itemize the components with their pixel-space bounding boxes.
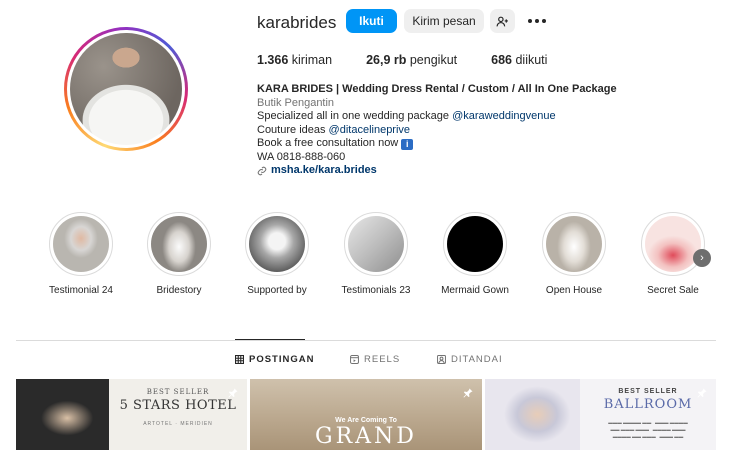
highlight-label: Supported by bbox=[247, 285, 307, 296]
following-count[interactable]: 686 diikuti bbox=[491, 53, 547, 67]
highlight-cover bbox=[53, 216, 109, 272]
profile-bio: KARA BRIDES | Wedding Dress Rental / Cus… bbox=[257, 83, 657, 178]
followers-count[interactable]: 26,9 rb pengikut bbox=[366, 53, 457, 67]
bio-line-2: Couture ideas @ditacelineprive bbox=[257, 123, 411, 136]
highlight-open-house[interactable]: Open House bbox=[534, 212, 614, 296]
pinned-icon bbox=[227, 387, 239, 399]
more-options-button[interactable] bbox=[526, 9, 548, 33]
avatar-image bbox=[70, 33, 182, 145]
post-photo bbox=[16, 379, 109, 450]
active-tab-indicator bbox=[235, 339, 305, 340]
highlight-label: Testimonial 24 bbox=[49, 285, 113, 296]
bio-line-4: WA 0818-888-060 bbox=[257, 150, 346, 163]
post-photo bbox=[485, 379, 580, 450]
info-emoji-icon: i bbox=[401, 139, 414, 150]
highlight-label: Mermaid Gown bbox=[441, 285, 509, 296]
highlight-bridestory[interactable]: Bridestory bbox=[139, 212, 219, 296]
follow-button[interactable]: Ikuti bbox=[346, 9, 397, 33]
send-message-button[interactable]: Kirim pesan bbox=[404, 9, 484, 33]
highlight-cover bbox=[151, 216, 207, 272]
tab-posts[interactable]: POSTINGAN bbox=[235, 354, 314, 365]
bio-category: Butik Pengantin bbox=[257, 96, 335, 109]
mention-prive-link[interactable]: @ditacelineprive bbox=[329, 124, 411, 136]
highlight-supported-by[interactable]: Supported by bbox=[237, 212, 317, 296]
bio-link[interactable]: msha.ke/kara.brides bbox=[257, 164, 657, 178]
pinned-icon bbox=[696, 387, 708, 399]
profile-avatar[interactable] bbox=[64, 27, 188, 151]
highlight-label: Bridestory bbox=[156, 285, 202, 296]
highlight-cover bbox=[249, 216, 305, 272]
chevron-right-icon: › bbox=[700, 252, 704, 264]
post-tile[interactable]: BEST SELLER 5 STARS HOTEL ARTOTEL · MERI… bbox=[16, 379, 247, 450]
highlight-testimonials-23[interactable]: Testimonials 23 bbox=[336, 212, 416, 296]
tagged-icon bbox=[437, 355, 446, 364]
tab-reels[interactable]: REELS bbox=[350, 354, 400, 365]
mention-venue-link[interactable]: @karaweddingvenue bbox=[452, 110, 556, 122]
more-icon bbox=[528, 19, 546, 23]
bio-line-1: Specialized all in one wedding package @… bbox=[257, 110, 556, 122]
highlight-testimonial-24[interactable]: Testimonial 24 bbox=[41, 212, 121, 296]
highlight-mermaid-gown[interactable]: Mermaid Gown bbox=[435, 212, 515, 296]
suggest-accounts-button[interactable] bbox=[490, 9, 515, 33]
highlights-next-button[interactable]: › bbox=[693, 249, 711, 267]
highlight-label: Secret Sale bbox=[647, 285, 699, 296]
reels-icon bbox=[350, 355, 359, 364]
highlight-label: Testimonials 23 bbox=[341, 285, 411, 296]
add-person-icon bbox=[496, 16, 508, 26]
post-tile[interactable]: BEST SELLER BALLROOM ▬▬▬ ▬▬▬▬ ▬▬ ▬▬▬ ▬▬▬… bbox=[485, 379, 716, 450]
bio-title: KARA BRIDES | Wedding Dress Rental / Cus… bbox=[257, 83, 617, 95]
highlight-cover bbox=[348, 216, 404, 272]
highlight-cover bbox=[447, 216, 503, 272]
story-highlights: Testimonial 24 Bridestory Supported by T… bbox=[45, 212, 725, 302]
highlight-label: Open House bbox=[545, 285, 603, 296]
bio-line-3: Book a free consultation now i bbox=[257, 137, 657, 151]
tabs-divider bbox=[16, 340, 716, 341]
avatar-inner bbox=[67, 30, 185, 148]
highlight-cover bbox=[546, 216, 602, 272]
profile-stats: 1.366 kiriman 26,9 rb pengikut 686 diiku… bbox=[257, 53, 581, 67]
post-tile[interactable]: We Are Coming To GRAND bbox=[250, 379, 482, 450]
tab-tagged[interactable]: DITANDAI bbox=[437, 354, 503, 365]
posts-count: 1.366 kiriman bbox=[257, 53, 333, 67]
grid-icon bbox=[235, 355, 244, 364]
post-fine-print: ▬▬▬ ▬▬▬▬ ▬▬ ▬▬▬ ▬▬▬▬ ▬▬ ▬▬▬ ▬▬▬ ▬▬▬▬ ▬▬▬ ▬… bbox=[608, 420, 688, 439]
pinned-icon bbox=[462, 387, 474, 399]
highlight-cover bbox=[645, 216, 701, 272]
link-icon bbox=[257, 166, 267, 176]
profile-username: karabrides bbox=[257, 13, 337, 32]
